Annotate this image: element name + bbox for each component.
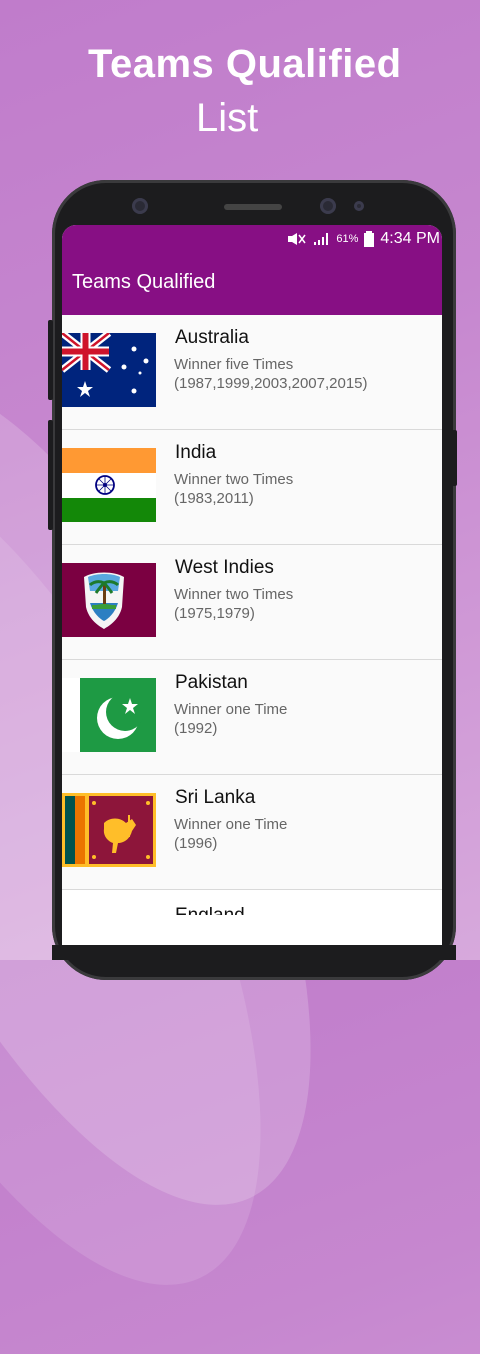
promo-title-line1: Teams Qualified <box>88 42 402 86</box>
list-item-sri-lanka[interactable]: Sri Lanka Winner one Time (1996) <box>62 775 442 890</box>
front-camera-icon <box>320 198 336 214</box>
team-name: West Indies <box>175 557 274 578</box>
teams-list: Australia Winner five Times (1987,1999,2… <box>62 315 442 890</box>
team-description: Winner two Times (1975,1979) <box>174 585 293 623</box>
bixby-button <box>48 420 53 530</box>
mute-icon <box>288 233 306 245</box>
team-years: (1996) <box>174 835 218 852</box>
iris-sensor-icon <box>354 201 364 211</box>
list-item-pakistan[interactable]: Pakistan Winner one Time (1992) <box>62 660 442 775</box>
status-bar: 61% 4:34 PM <box>62 225 442 253</box>
phone-screen: 61% 4:34 PM Teams Qualified Australia Wi… <box>62 225 442 960</box>
team-wins: Winner one Time <box>174 701 288 718</box>
team-years: (1987,1999,2003,2007,2015) <box>174 375 368 392</box>
promo-title-line2: List <box>196 96 259 140</box>
team-description: Winner one Time (1992) <box>174 700 287 738</box>
battery-percent: 61% <box>336 233 359 245</box>
pakistan-flag-icon <box>62 678 156 752</box>
power-button <box>452 430 457 486</box>
list-item-australia[interactable]: Australia Winner five Times (1987,1999,2… <box>62 315 442 430</box>
team-name: Sri Lanka <box>175 787 256 808</box>
volume-button <box>48 320 53 400</box>
team-name: Australia <box>175 327 249 348</box>
west-indies-flag-icon <box>62 563 156 637</box>
team-wins: Winner one Time <box>174 816 288 833</box>
team-name: Pakistan <box>175 672 248 693</box>
team-years: (1992) <box>174 720 218 737</box>
team-description: Winner two Times (1983,2011) <box>174 470 293 508</box>
app-bar-title: Teams Qualified <box>72 271 216 293</box>
list-item-india[interactable]: India Winner two Times (1983,2011) <box>62 430 442 545</box>
australia-flag-icon <box>62 333 156 407</box>
app-bar: Teams Qualified <box>62 253 442 315</box>
partial-team-name: England <box>175 905 245 915</box>
team-wins: Winner five Times <box>174 356 294 373</box>
team-description: Winner five Times (1987,1999,2003,2007,2… <box>174 355 368 393</box>
phone-bottom-bezel <box>52 945 456 960</box>
team-years: (1975,1979) <box>174 605 255 622</box>
battery-icon <box>364 231 375 247</box>
team-wins: Winner two Times <box>174 586 294 603</box>
sri-lanka-flag-icon <box>62 793 156 867</box>
team-description: Winner one Time (1996) <box>174 815 287 853</box>
team-wins: Winner two Times <box>174 471 294 488</box>
sensor-icon <box>132 198 148 214</box>
team-name: India <box>175 442 217 463</box>
status-time: 4:34 PM <box>380 230 440 247</box>
team-years: (1983,2011) <box>174 490 254 507</box>
signal-icon <box>314 233 329 245</box>
earpiece-speaker <box>224 204 282 210</box>
list-item-west-indies[interactable]: West Indies Winner two Times (1975,1979) <box>62 545 442 660</box>
india-flag-icon <box>62 448 156 522</box>
